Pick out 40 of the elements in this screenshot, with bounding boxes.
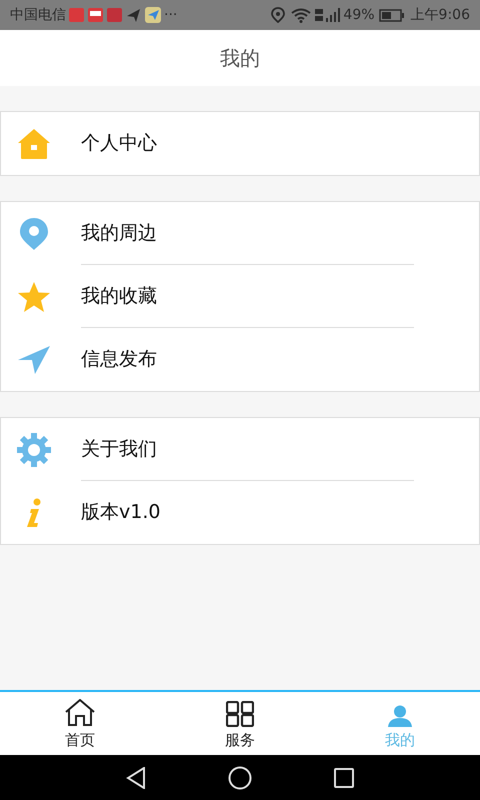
menu-item-label: 我的收藏 <box>81 284 157 310</box>
grid-icon <box>226 700 254 726</box>
more-notifications: ··· <box>164 6 178 24</box>
menu-item[interactable]: 我的周边 <box>1 202 479 265</box>
home-circle-icon[interactable] <box>228 766 252 790</box>
navigation-arrow-icon <box>17 344 51 374</box>
carrier-name: 中国电信 <box>10 6 66 24</box>
app-notification-icon <box>88 8 103 22</box>
star-icon <box>17 280 51 312</box>
menu-item[interactable]: 我的收藏 <box>1 265 479 328</box>
app-notification-icon <box>107 8 122 22</box>
menu-item-label: 个人中心 <box>81 131 157 156</box>
app-notification-icon <box>69 8 84 22</box>
app-notification-icon <box>145 7 161 23</box>
menu-item-label: 版本v1.0 <box>81 500 160 526</box>
menu-item-label: 信息发布 <box>81 347 157 372</box>
gear-icon <box>17 432 51 466</box>
signal-icon <box>315 7 342 23</box>
menu-item-label: 关于我们 <box>81 437 157 462</box>
wifi-icon <box>291 8 312 22</box>
menu-item-label: 我的周边 <box>81 221 157 246</box>
person-icon <box>388 704 412 726</box>
battery-percent: 49% <box>343 6 375 24</box>
battery-icon <box>378 8 405 22</box>
location-icon <box>271 7 286 23</box>
menu-item[interactable]: 关于我们 <box>1 418 479 481</box>
location-pin-icon <box>19 216 49 250</box>
menu-item[interactable]: 信息发布 <box>1 328 479 391</box>
menu-item[interactable]: 版本v1.0 <box>1 481 479 544</box>
recent-apps-icon[interactable] <box>334 768 354 788</box>
clock-time: 上午9:06 <box>410 6 470 24</box>
info-icon <box>25 498 43 528</box>
tab[interactable]: 首页 <box>0 692 160 755</box>
menu-item[interactable]: 个人中心 <box>1 112 479 175</box>
paper-plane-icon <box>127 8 140 22</box>
house-icon <box>17 128 51 160</box>
back-icon[interactable] <box>126 766 146 788</box>
page-title: 我的 <box>220 45 260 72</box>
tab[interactable]: 服务 <box>160 692 320 755</box>
house-icon <box>64 698 96 726</box>
